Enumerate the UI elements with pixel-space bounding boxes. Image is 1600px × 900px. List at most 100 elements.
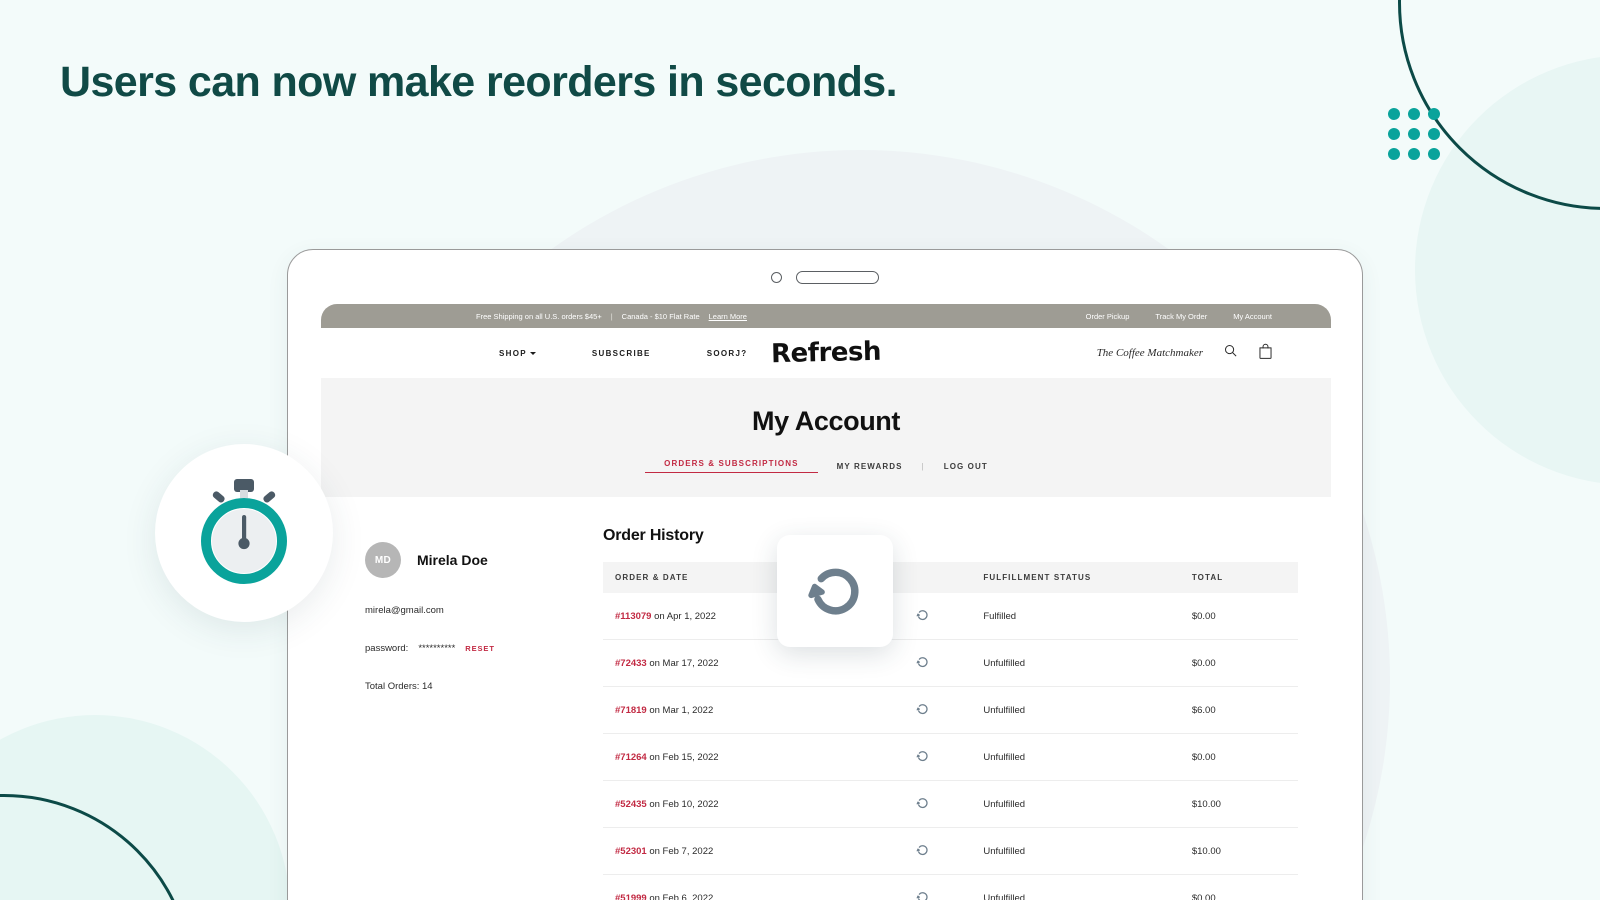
reorder-circular-arrow-icon [915,892,930,900]
reorder-button[interactable] [881,593,972,640]
link-my-account[interactable]: My Account [1233,312,1272,321]
order-cell: #71264 on Feb 15, 2022 [603,733,881,781]
fulfillment-status: Unfulfilled [971,827,1180,875]
fulfillment-status: Fulfilled [971,593,1180,640]
user-email-row: mirela@gmail.com [365,605,603,616]
fulfillment-status: Unfulfilled [971,686,1180,734]
nav-item-subscribe[interactable]: SUBSCRIBE [592,349,651,358]
announcement-shipping-text: Free Shipping on all U.S. orders $45+ [476,311,602,321]
speaker-slot-icon [796,270,879,284]
tablet-top-bezel [288,250,1362,304]
order-id-link[interactable]: #51999 [615,893,647,900]
table-body: #113079 on Apr 1, 2022 Fulfilled $0.00 #72… [603,593,1298,900]
order-id-link[interactable]: #113079 [615,611,651,622]
reorder-highlight-card[interactable] [777,535,893,647]
nav-item-soorj[interactable]: SOORJ? [707,349,748,358]
table-row: #52301 on Feb 7, 2022 Unfulfilled $10.00 [603,827,1298,875]
brand-tagline: The Coffee Matchmaker [1096,347,1203,359]
camera-dot-icon [771,271,782,283]
column-header-reorder [881,562,971,593]
order-cell: #52435 on Feb 10, 2022 [603,780,881,828]
order-history-title: Order History [603,527,704,544]
tab-my-rewards[interactable]: MY REWARDS [818,462,922,471]
search-icon[interactable] [1223,343,1238,363]
stopwatch-icon [192,477,296,590]
table-header-row: ORDER & DATE FULFILLMENT STATUS TOTAL [603,562,1298,593]
password-mask: ********** [418,643,456,654]
nav-right-group: The Coffee Matchmaker [1097,343,1273,364]
reorder-button[interactable] [881,827,972,875]
total-orders-text: Total Orders: 14 [365,681,433,692]
brand-logo[interactable]: Refresh [771,337,882,369]
fulfillment-status: Unfulfilled [971,639,1180,687]
column-header-fulfillment-status[interactable]: FULFILLMENT STATUS [971,562,1180,593]
chevron-down-icon [529,351,536,355]
order-cell: #71819 on Mar 1, 2022 [603,686,881,734]
order-total: $10.00 [1179,780,1298,828]
fulfillment-status: Unfulfilled [971,780,1180,828]
dot-grid-icon [1388,108,1440,160]
reorder-button[interactable] [881,733,972,781]
reorder-circular-arrow-icon [915,798,930,813]
order-date: on Feb 10, 2022 [649,798,719,810]
reorder-button[interactable] [881,639,972,687]
password-reset-link[interactable]: RESET [465,644,495,653]
link-track-my-order[interactable]: Track My Order [1155,312,1207,321]
order-id-link[interactable]: #52435 [615,799,647,810]
stopwatch-badge [155,444,333,622]
order-total: $0.00 [1179,874,1298,900]
order-date: on Mar 1, 2022 [649,704,714,716]
account-header-band: My Account ORDERS & SUBSCRIPTIONS MY REW… [321,378,1331,497]
tab-log-out[interactable]: LOG OUT [925,462,1007,471]
announcement-canada-text: Canada - $10 Flat Rate [621,311,700,321]
user-name: Mirela Doe [417,552,488,568]
link-order-pickup[interactable]: Order Pickup [1086,312,1130,321]
user-password-row: password: ********** RESET [365,643,603,654]
order-date: on Mar 17, 2022 [649,657,719,669]
password-label: password: [365,643,409,654]
account-sidebar: MD Mirela Doe mirela@gmail.com password:… [321,527,603,900]
reorder-circular-arrow-icon [915,657,930,672]
table-row: #71819 on Mar 1, 2022 Unfulfilled $6.00 [603,686,1298,734]
order-total: $10.00 [1179,827,1298,875]
order-total: $0.00 [1179,593,1298,640]
order-id-link[interactable]: #71819 [615,705,647,716]
nav-item-shop[interactable]: SHOP [499,349,536,358]
order-date: on Apr 1, 2022 [654,610,716,622]
page-title: My Account [751,406,900,436]
order-date: on Feb 15, 2022 [649,751,719,763]
column-header-total[interactable]: TOTAL [1180,562,1298,593]
order-total: $6.00 [1179,686,1298,734]
reorder-button[interactable] [881,780,972,828]
announcement-separator: | [610,311,613,321]
order-date: on Feb 6, 2022 [649,892,714,900]
order-id-link[interactable]: #71264 [615,752,647,763]
reorder-circular-arrow-icon [915,845,930,860]
reorder-button[interactable] [881,874,972,900]
reorder-circular-arrow-icon [915,751,930,766]
order-id-link[interactable]: #72433 [615,658,647,669]
site-main-navigation: SHOP SUBSCRIBE SOORJ? Refresh The Coffee… [321,328,1331,378]
order-cell: #52301 on Feb 7, 2022 [603,827,881,875]
announcement-links-group: Order Pickup Track My Order My Account [1086,312,1272,321]
announcement-bar: Free Shipping on all U.S. orders $45+ | … [321,304,1331,328]
order-total: $0.00 [1179,733,1298,781]
nav-item-shop-label: SHOP [499,348,527,358]
background-ring-top-right [1398,0,1600,210]
reorder-button[interactable] [881,686,972,734]
user-summary-row: MD Mirela Doe [365,542,603,578]
table-row: #51999 on Feb 6, 2022 Unfulfilled $0.00 [603,874,1298,900]
announcement-learn-more-link[interactable]: Learn More [709,312,747,321]
page-headline: Users can now make reorders in seconds. [60,58,898,106]
nav-links-group: SHOP SUBSCRIBE SOORJ? [499,349,747,358]
shopping-bag-icon[interactable] [1258,343,1273,364]
reorder-circular-arrow-icon [915,704,930,719]
tab-orders-subscriptions[interactable]: ORDERS & SUBSCRIPTIONS [645,459,818,473]
order-total: $0.00 [1179,639,1298,687]
reorder-circular-arrow-icon [802,556,868,627]
order-id-link[interactable]: #52301 [615,846,647,857]
order-history-table: ORDER & DATE FULFILLMENT STATUS TOTAL #1… [603,562,1298,900]
avatar: MD [365,542,401,578]
fulfillment-status: Unfulfilled [971,874,1180,900]
table-head: ORDER & DATE FULFILLMENT STATUS TOTAL [603,562,1298,593]
